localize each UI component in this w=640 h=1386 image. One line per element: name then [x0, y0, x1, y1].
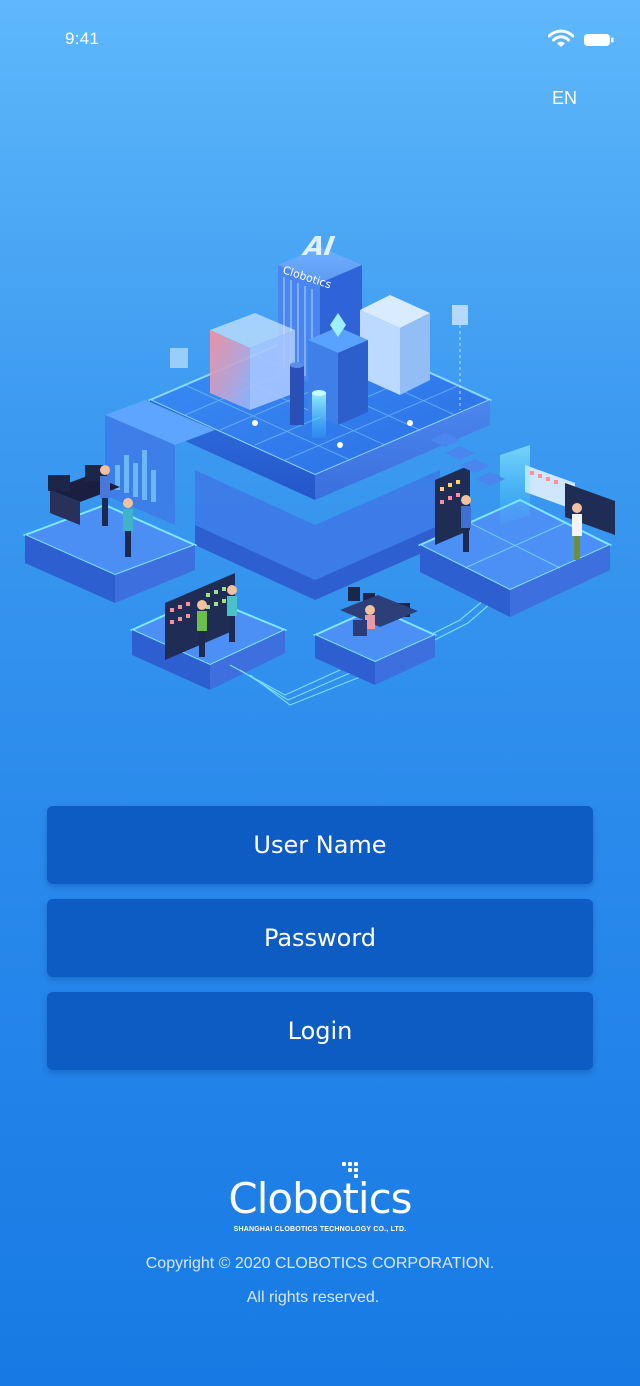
isometric-hero-illustration: Clobotics AI [22, 232, 615, 706]
rights-text: All rights reserved. [246, 1289, 380, 1306]
username-input[interactable] [47, 805, 593, 885]
status-time: 9:41 [65, 29, 100, 48]
battery-icon [584, 34, 614, 46]
copyright-text: Copyright © 2020 CLOBOTICS CORPORATION. [145, 1255, 495, 1272]
logo-wordmark: Clobotics [228, 1174, 412, 1223]
username-field[interactable] [47, 805, 593, 885]
password-input[interactable] [47, 898, 593, 978]
login-button[interactable]: Login [47, 992, 593, 1070]
logo-subtitle: SHANGHAI CLOBOTICS TECHNOLOGY CO., LTD. [233, 1226, 407, 1233]
language-toggle[interactable]: EN [548, 86, 581, 111]
clobotics-logo: Clobotics SHANGHAI CLOBOTICS TECHNOLOGY … [220, 1160, 420, 1240]
password-field[interactable] [47, 898, 593, 978]
wifi-icon [548, 29, 574, 47]
status-bar: 9:41 [0, 0, 640, 80]
